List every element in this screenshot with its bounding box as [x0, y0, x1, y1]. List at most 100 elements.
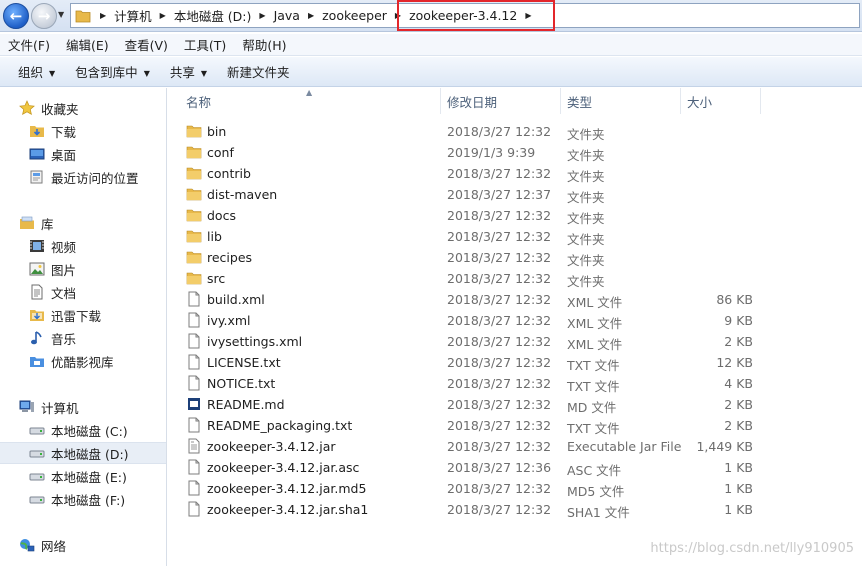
nav-item-drive-e[interactable]: 本地磁盘 (E:)	[0, 465, 166, 487]
file-name: recipes	[207, 250, 253, 265]
recent-places-icon	[30, 170, 43, 184]
file-row[interactable]: ivysettings.xml 2018/3/27 12:32 XML 文件 2 KB	[168, 331, 862, 352]
menu-edit[interactable]: 编辑(E)	[58, 35, 117, 54]
breadcrumb-drive-d[interactable]: 本地磁盘 (D:)	[171, 6, 255, 25]
file-name: conf	[207, 145, 234, 160]
nav-computer[interactable]: 计算机	[0, 396, 166, 418]
file-row[interactable]: docs 2018/3/27 12:32 文件夹	[168, 205, 862, 226]
column-header-name[interactable]: 名称	[168, 88, 441, 114]
file-row[interactable]: zookeeper-3.4.12.jar.md5 2018/3/27 12:32 M…	[168, 478, 862, 499]
file-name: dist-maven	[207, 187, 278, 202]
chevron-right-icon[interactable]: ▶	[303, 11, 319, 20]
nav-item-music[interactable]: 音乐	[0, 327, 166, 349]
column-header-size[interactable]: 大小	[681, 88, 761, 114]
file-type: Executable Jar File	[567, 439, 682, 454]
nav-item-youku-library[interactable]: 优酷影视库	[0, 350, 166, 372]
forward-button[interactable]: →	[31, 3, 57, 29]
nav-libraries[interactable]: 库	[0, 212, 166, 234]
folder-icon	[186, 249, 202, 265]
chevron-right-icon[interactable]: ▶	[254, 11, 270, 20]
file-date: 2018/3/27 12:32	[447, 418, 552, 433]
nav-item-downloads[interactable]: 下载	[0, 120, 166, 142]
chevron-right-icon[interactable]: ▶	[95, 11, 111, 20]
nav-item-pictures[interactable]: 图片	[0, 258, 166, 280]
nav-item-documents[interactable]: 文档	[0, 281, 166, 303]
nav-item-thunder-downloads[interactable]: 迅雷下载	[0, 304, 166, 326]
chevron-right-icon[interactable]: ▶	[390, 11, 406, 20]
file-row[interactable]: NOTICE.txt 2018/3/27 12:32 TXT 文件 4 KB	[168, 373, 862, 394]
menu-help[interactable]: 帮助(H)	[234, 35, 294, 54]
share-button[interactable]: 共享 ▼	[160, 62, 217, 81]
file-name: bin	[207, 124, 227, 139]
file-icon	[186, 312, 202, 328]
file-row[interactable]: README.md 2018/3/27 12:32 MD 文件 2 KB	[168, 394, 862, 415]
nav-item-drive-d[interactable]: 本地磁盘 (D:)	[0, 442, 166, 464]
drive-icon	[29, 427, 45, 435]
file-icon	[186, 291, 202, 307]
file-type: MD5 文件	[567, 484, 625, 499]
file-date: 2018/3/27 12:32	[447, 166, 552, 181]
file-name: NOTICE.txt	[207, 376, 276, 391]
library-icon	[20, 216, 34, 229]
file-row[interactable]: README_packaging.txt 2018/3/27 12:32 TXT 文…	[168, 415, 862, 436]
file-row[interactable]: conf 2019/1/3 9:39 文件夹	[168, 142, 862, 163]
file-row[interactable]: zookeeper-3.4.12.jar.sha1 2018/3/27 12:32…	[168, 499, 862, 520]
file-row[interactable]: build.xml 2018/3/27 12:32 XML 文件 86 KB	[168, 289, 862, 310]
column-header-type[interactable]: 类型	[561, 88, 681, 114]
file-row[interactable]: zookeeper-3.4.12.jar 2018/3/27 12:32 Execu…	[168, 436, 862, 457]
breadcrumb-computer[interactable]: 计算机	[111, 6, 155, 25]
menu-view[interactable]: 查看(V)	[117, 35, 176, 54]
file-row[interactable]: zookeeper-3.4.12.jar.asc 2018/3/27 12:36 A…	[168, 457, 862, 478]
file-date: 2018/3/27 12:32	[447, 292, 552, 307]
organize-button[interactable]: 组织 ▼	[8, 62, 65, 81]
file-type: 文件夹	[567, 232, 605, 247]
network-icon	[20, 539, 35, 552]
chevron-right-icon[interactable]: ▶	[520, 11, 536, 20]
chevron-right-icon[interactable]: ▶	[155, 11, 171, 20]
back-button[interactable]: ←	[3, 3, 29, 29]
new-folder-button[interactable]: 新建文件夹	[217, 62, 300, 81]
breadcrumb-zookeeper[interactable]: zookeeper	[319, 8, 390, 23]
file-row[interactable]: ivy.xml 2018/3/27 12:32 XML 文件 9 KB	[168, 310, 862, 331]
folder-icon	[186, 270, 202, 286]
nav-item-videos[interactable]: 视频	[0, 235, 166, 257]
recent-pages-dropdown[interactable]: ▼	[58, 10, 68, 20]
file-date: 2018/3/27 12:32	[447, 481, 552, 496]
file-type: XML 文件	[567, 316, 623, 331]
column-header-date[interactable]: 修改日期	[441, 88, 561, 114]
menu-file[interactable]: 文件(F)	[0, 35, 58, 54]
file-row[interactable]: contrib 2018/3/27 12:32 文件夹	[168, 163, 862, 184]
file-type: 文件夹	[567, 148, 605, 163]
drive-icon	[29, 473, 45, 481]
file-icon	[186, 333, 202, 349]
nav-item-drive-f[interactable]: 本地磁盘 (F:)	[0, 488, 166, 510]
file-row[interactable]: LICENSE.txt 2018/3/27 12:32 TXT 文件 12 KB	[168, 352, 862, 373]
file-row[interactable]: lib 2018/3/27 12:32 文件夹	[168, 226, 862, 247]
file-type: ASC 文件	[567, 463, 622, 478]
file-row[interactable]: dist-maven 2018/3/27 12:37 文件夹	[168, 184, 862, 205]
nav-favorites[interactable]: 收藏夹	[0, 97, 166, 119]
include-in-library-button[interactable]: 包含到库中 ▼	[65, 62, 160, 81]
picture-icon	[29, 262, 45, 276]
breadcrumb-zookeeper-3.4.12[interactable]: zookeeper-3.4.12	[406, 8, 520, 23]
nav-item-desktop[interactable]: 桌面	[0, 143, 166, 165]
nav-network[interactable]: 网络	[0, 534, 166, 556]
markdown-file-icon	[186, 396, 202, 412]
menu-tools[interactable]: 工具(T)	[176, 35, 234, 54]
star-icon	[19, 100, 35, 115]
file-row[interactable]: src 2018/3/27 12:32 文件夹	[168, 268, 862, 289]
breadcrumb-java[interactable]: Java	[271, 8, 303, 23]
file-row[interactable]: bin 2018/3/27 12:32 文件夹	[168, 121, 862, 142]
file-date: 2018/3/27 12:32	[447, 313, 552, 328]
file-date: 2018/3/27 12:32	[447, 334, 552, 349]
file-size: 1 KB	[724, 481, 753, 496]
address-bar[interactable]: ▶ 计算机 ▶ 本地磁盘 (D:) ▶ Java ▶ zookeeper ▶ z…	[70, 3, 860, 28]
nav-item-drive-c[interactable]: 本地磁盘 (C:)	[0, 419, 166, 441]
file-size: 1 KB	[724, 502, 753, 517]
drive-icon	[29, 450, 45, 458]
file-name: build.xml	[207, 292, 265, 307]
file-date: 2018/3/27 12:36	[447, 460, 552, 475]
nav-item-recent-places[interactable]: 最近访问的位置	[0, 166, 166, 188]
file-size: 2 KB	[724, 397, 753, 412]
file-row[interactable]: recipes 2018/3/27 12:32 文件夹	[168, 247, 862, 268]
